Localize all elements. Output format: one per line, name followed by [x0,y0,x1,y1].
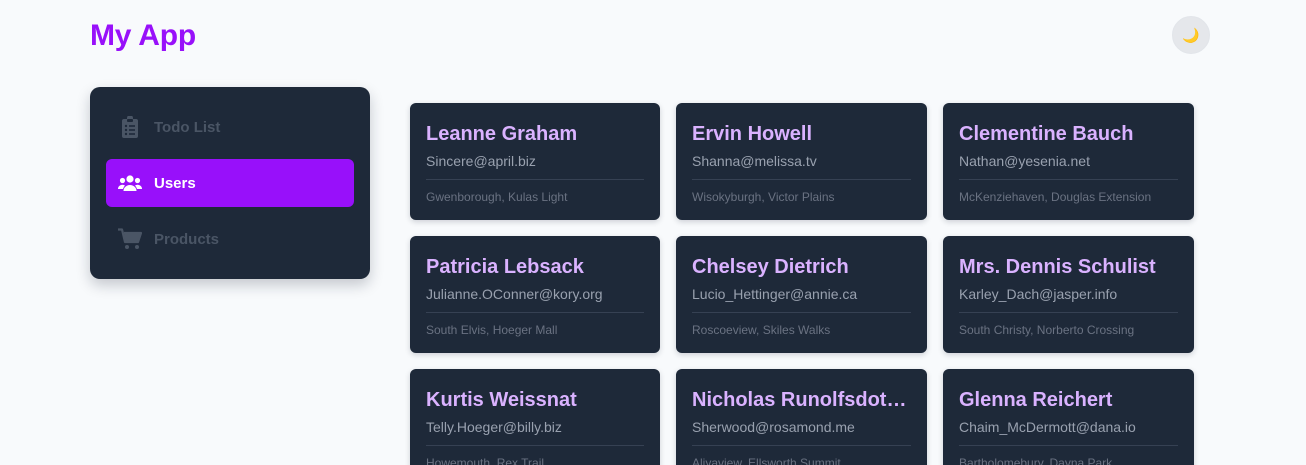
user-address: South Christy, Norberto Crossing [959,323,1135,337]
user-card[interactable]: Nicholas Runolfsdottir V Sherwood@rosamo… [676,369,927,465]
user-address: Aliyaview, Ellsworth Summit [692,456,841,465]
user-card[interactable]: Glenna Reichert Chaim_McDermott@dana.io … [943,369,1194,465]
user-email: Sincere@april.biz [426,153,536,169]
user-address: Howemouth, Rex Trail [426,456,545,465]
user-card[interactable]: Kurtis Weissnat Telly.Hoeger@billy.biz H… [410,369,660,465]
user-name: Patricia Lebsack [426,256,584,278]
user-email: Chaim_McDermott@dana.io [959,419,1136,435]
shopping-cart-icon [118,227,142,251]
user-name: Kurtis Weissnat [426,389,577,411]
card-divider [959,312,1178,313]
user-name: Mrs. Dennis Schulist [959,256,1156,278]
user-email: Shanna@melissa.tv [692,153,817,169]
app-title: My App [90,19,197,52]
user-card[interactable]: Patricia Lebsack Julianne.OConner@kory.o… [410,236,660,353]
user-card-grid: Leanne Graham Sincere@april.biz Gwenboro… [410,103,1194,465]
sidebar-item-label: Users [154,174,196,192]
user-address: Wisokyburgh, Victor Plains [692,190,835,204]
user-email: Telly.Hoeger@billy.biz [426,419,562,435]
user-email: Nathan@yesenia.net [959,153,1090,169]
users-icon [118,171,142,195]
sidebar: Todo List Users Products [90,87,370,279]
user-name: Chelsey Dietrich [692,256,849,278]
card-divider [426,445,644,446]
card-divider [692,445,911,446]
app-root: My App 🌙 Todo List Users Products Leanne… [0,0,1306,465]
sidebar-item-products[interactable]: Products [106,215,354,263]
user-name: Nicholas Runolfsdottir V [692,389,911,411]
moon-icon: 🌙 [1182,27,1200,43]
user-name: Ervin Howell [692,123,813,145]
sidebar-item-label: Todo List [154,118,221,136]
user-email: Sherwood@rosamond.me [692,419,855,435]
user-card[interactable]: Chelsey Dietrich Lucio_Hettinger@annie.c… [676,236,927,353]
user-card[interactable]: Clementine Bauch Nathan@yesenia.net McKe… [943,103,1194,220]
theme-toggle-button[interactable]: 🌙 [1172,16,1210,54]
user-email: Karley_Dach@jasper.info [959,286,1118,302]
clipboard-icon [118,115,142,139]
user-address: Bartholomebury, Dayna Park [959,456,1113,465]
user-address: Roscoeview, Skiles Walks [692,323,831,337]
card-divider [426,179,644,180]
user-card[interactable]: Ervin Howell Shanna@melissa.tv Wisokybur… [676,103,927,220]
user-card[interactable]: Leanne Graham Sincere@april.biz Gwenboro… [410,103,660,220]
user-card[interactable]: Mrs. Dennis Schulist Karley_Dach@jasper.… [943,236,1194,353]
user-email: Julianne.OConner@kory.org [426,286,603,302]
card-divider [692,312,911,313]
user-name: Leanne Graham [426,123,578,145]
card-divider [959,445,1178,446]
card-divider [959,179,1178,180]
user-name: Glenna Reichert [959,389,1113,411]
user-address: South Elvis, Hoeger Mall [426,323,558,337]
sidebar-item-label: Products [154,230,220,248]
card-divider [692,179,911,180]
user-name: Clementine Bauch [959,123,1134,145]
card-divider [426,312,644,313]
sidebar-item-todo-list[interactable]: Todo List [106,103,354,151]
user-address: McKenziehaven, Douglas Extension [959,190,1152,204]
user-email: Lucio_Hettinger@annie.ca [692,286,858,302]
user-address: Gwenborough, Kulas Light [426,190,568,204]
sidebar-item-users[interactable]: Users [106,159,354,207]
